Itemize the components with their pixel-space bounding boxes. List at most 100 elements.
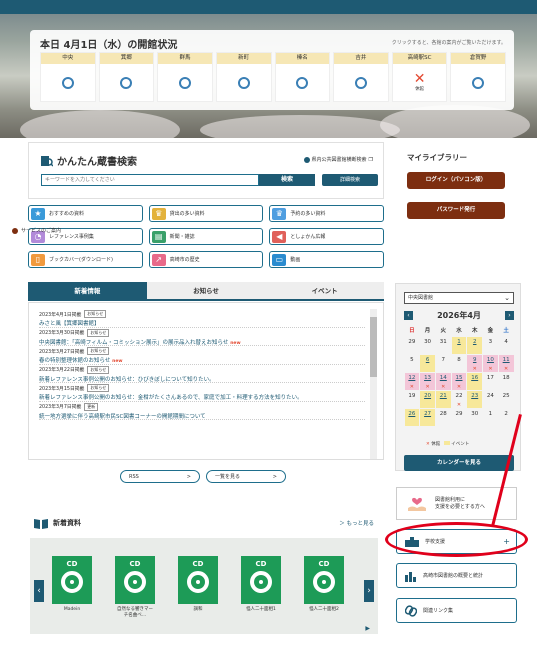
news-title[interactable]: 新着レファレンス事例公開のお知らせ：金柑がたくさんあるので、家庭で加工・料理する…	[39, 393, 365, 401]
news-item[interactable]: 2023年3月7日掲載 更新 統一地方選挙に伴う高崎駅市民SC図書コーナーの開館期間…	[39, 402, 365, 420]
calendar-prev-button[interactable]: ‹	[404, 311, 413, 320]
view-calendar-button[interactable]: カレンダーを見る	[404, 455, 514, 471]
quick-link-label: 貸出の多い資料	[169, 211, 205, 217]
related-links-button[interactable]: 関連リンク集	[396, 598, 517, 623]
carousel-prev-button[interactable]: ‹	[34, 580, 44, 602]
calendar-day[interactable]: 1	[451, 336, 467, 354]
news-tag: お知らせ	[87, 384, 110, 392]
calendar-library-select[interactable]: 中央図書館 ⌄	[404, 292, 514, 304]
calendar-day-number: 18	[502, 374, 510, 381]
news-title-text: 新着レファレンス事例公開のお知らせ：ひびきぼしについて知りたい。	[39, 376, 215, 383]
news-title[interactable]: 春の特別整理休館のお知らせ new	[39, 356, 365, 364]
tab-2[interactable]: お知らせ	[146, 282, 266, 301]
news-item[interactable]: 2023年3月27日掲載 お知らせ 春の特別整理休館のお知らせ new	[39, 346, 365, 365]
news-tag: お知らせ	[84, 310, 107, 318]
news-title[interactable]: 統一地方選挙に伴う高崎駅市民SC図書コーナーの開館期間について	[39, 412, 365, 420]
calendar-day-number: 13	[424, 374, 432, 381]
password-issue-button[interactable]: パスワード発行	[407, 202, 505, 219]
support-banner[interactable]: 図書館利用に 支援を必要とする方へ	[396, 487, 517, 520]
calendar-day-number: 29	[408, 338, 416, 345]
calendar-day[interactable]: 13 ✕	[420, 372, 435, 390]
scrollbar-thumb[interactable]	[370, 317, 377, 377]
rss-label: RSS	[129, 473, 139, 480]
calendar-day[interactable]: 14 ✕	[435, 372, 451, 390]
calendar-day[interactable]: 10 ✕	[483, 354, 498, 372]
new-material-item[interactable]: CD 自然なる響きマーチ名曲ベ…	[115, 556, 155, 619]
news-scrollbar[interactable]	[370, 309, 377, 459]
calendar-day[interactable]: 12 ✕	[404, 372, 420, 390]
new-material-title: 自然なる響きマーチ名曲ベ…	[117, 607, 153, 618]
open-circle-icon	[472, 76, 485, 89]
open-circle-icon	[179, 76, 192, 89]
quick-link-9[interactable]: ▭ 動画	[269, 251, 384, 268]
news-item[interactable]: 2023年3月22日掲載 お知らせ 新着レファレンス事例公開のお知らせ：ひびきぼしに…	[39, 365, 365, 383]
news-title[interactable]: みさと風【箕郷図書館】	[39, 319, 365, 327]
cross-search-link[interactable]: 県内公共図書館横断検索 ❐	[303, 156, 373, 163]
library-calendar: 中央図書館 ⌄ ‹ 2026年4月 › 日月火水木金土 29 30 31 1 2 3 4 5 6 7…	[395, 283, 521, 471]
calendar-day[interactable]: 9 ✕	[467, 354, 483, 372]
news-meta: 2023年3月22日掲載 お知らせ	[39, 365, 365, 374]
search-button[interactable]: 検索	[259, 174, 315, 186]
quick-link-label: おすすめの資料	[49, 211, 85, 217]
play-icon[interactable]: ▶	[365, 625, 370, 632]
branch-name: 榛名	[275, 53, 330, 64]
quick-link-3[interactable]: ♛ 予約の多い資料	[269, 205, 384, 222]
calendar-day[interactable]: 21	[435, 390, 451, 408]
quick-link-8[interactable]: ↗ 高崎市の歴史	[148, 251, 264, 268]
search-input[interactable]	[41, 174, 259, 186]
branch-name: 高崎駅SC	[392, 53, 447, 64]
branch-8[interactable]: 倉賀野	[450, 52, 506, 102]
calendar-day[interactable]: 27	[420, 408, 435, 426]
hands-heart-icon	[408, 497, 426, 511]
quick-link-5[interactable]: ▤ 新聞・雑誌	[148, 228, 264, 245]
school-support-button[interactable]: 学校支援 +	[396, 529, 517, 554]
calendar-day[interactable]: 6	[420, 354, 435, 372]
news-item[interactable]: 2023年4月1日掲載 お知らせ みさと風【箕郷図書館】	[39, 309, 365, 328]
calendar-day[interactable]: 15 ✕	[451, 372, 467, 390]
news-tag: お知らせ	[87, 365, 110, 374]
quick-link-1[interactable]: ★ おすすめの資料	[28, 205, 143, 222]
new-material-item[interactable]: CD Madein	[52, 556, 92, 613]
login-button[interactable]: ログイン（パソコン版）	[407, 172, 505, 189]
branch-1[interactable]: 中央	[40, 52, 96, 102]
rss-button[interactable]: RSS >	[120, 470, 200, 483]
news-item[interactable]: 2023年3月15日掲載 お知らせ 新着レファレンス事例公開のお知らせ：金柑がたくさ…	[39, 383, 365, 402]
branch-3[interactable]: 群馬	[157, 52, 213, 102]
branch-7[interactable]: 高崎駅SC ✕ 休館	[391, 52, 448, 102]
branch-5[interactable]: 榛名	[274, 52, 331, 102]
branch-4[interactable]: 新町	[215, 52, 272, 102]
news-title[interactable]: 新着レファレンス事例公開のお知らせ：ひびきぼしについて知りたい。	[39, 375, 365, 383]
tab-3[interactable]: イベント	[265, 282, 385, 301]
branch-6[interactable]: 吉井	[333, 52, 389, 102]
quick-link-6[interactable]: ◀ としょかん広報	[269, 228, 384, 245]
branch-list: 中央 箕郷 群馬 新町 榛名 吉井 高崎駅SC ✕ 休館 倉賀野	[40, 52, 506, 102]
service-guide-link[interactable]: サービスのご案内	[12, 227, 61, 234]
quick-link-7[interactable]: ▯ ブックカバー(ダウンロード)	[28, 251, 143, 268]
calendar-next-button[interactable]: ›	[505, 311, 514, 320]
branch-2[interactable]: 箕郷	[98, 52, 155, 102]
more-link[interactable]: ＞ もっと見る	[339, 519, 374, 527]
detail-search-button[interactable]: 詳細検索	[322, 174, 378, 186]
calendar-day[interactable]: 2	[467, 336, 483, 354]
quick-link-2[interactable]: ♛ 貸出の多い資料	[148, 205, 264, 222]
calendar-day[interactable]: 20	[420, 390, 435, 408]
calendar-day: 18	[499, 373, 514, 390]
calendar-day[interactable]: 11 ✕	[498, 354, 514, 372]
calendar-day-number: 1	[457, 338, 461, 345]
news-item[interactable]: 2023年3月30日掲載 お知らせ 中央図書館：「高崎フィルム・コミッション展示」の…	[39, 328, 365, 346]
calendar-day-number: 15	[455, 374, 463, 381]
news-list-button[interactable]: 一覧を見る >	[206, 470, 286, 483]
calendar-day[interactable]: 23	[467, 390, 483, 408]
calendar-day[interactable]: 26	[404, 408, 420, 426]
news-meta: 2023年3月7日掲載 更新	[39, 402, 365, 411]
news-title[interactable]: 中央図書館：「高崎フィルム・コミッション展示」の展示品入れ替えお知らせ new	[39, 338, 365, 346]
library-overview-button[interactable]: 高崎市図書館の概要と統計	[396, 563, 517, 588]
new-material-item[interactable]: CD 調和	[178, 556, 218, 613]
calendar-day[interactable]: 16	[467, 372, 483, 390]
open-circle-icon	[354, 76, 367, 89]
carousel-next-button[interactable]: ›	[364, 580, 374, 602]
tab-1[interactable]: 新着情報	[28, 282, 147, 301]
new-material-item[interactable]: CD 怪人二十面相1	[241, 556, 281, 613]
new-material-item[interactable]: CD 怪人二十面相2	[304, 556, 344, 613]
calendar-day-number: 31	[439, 338, 447, 345]
